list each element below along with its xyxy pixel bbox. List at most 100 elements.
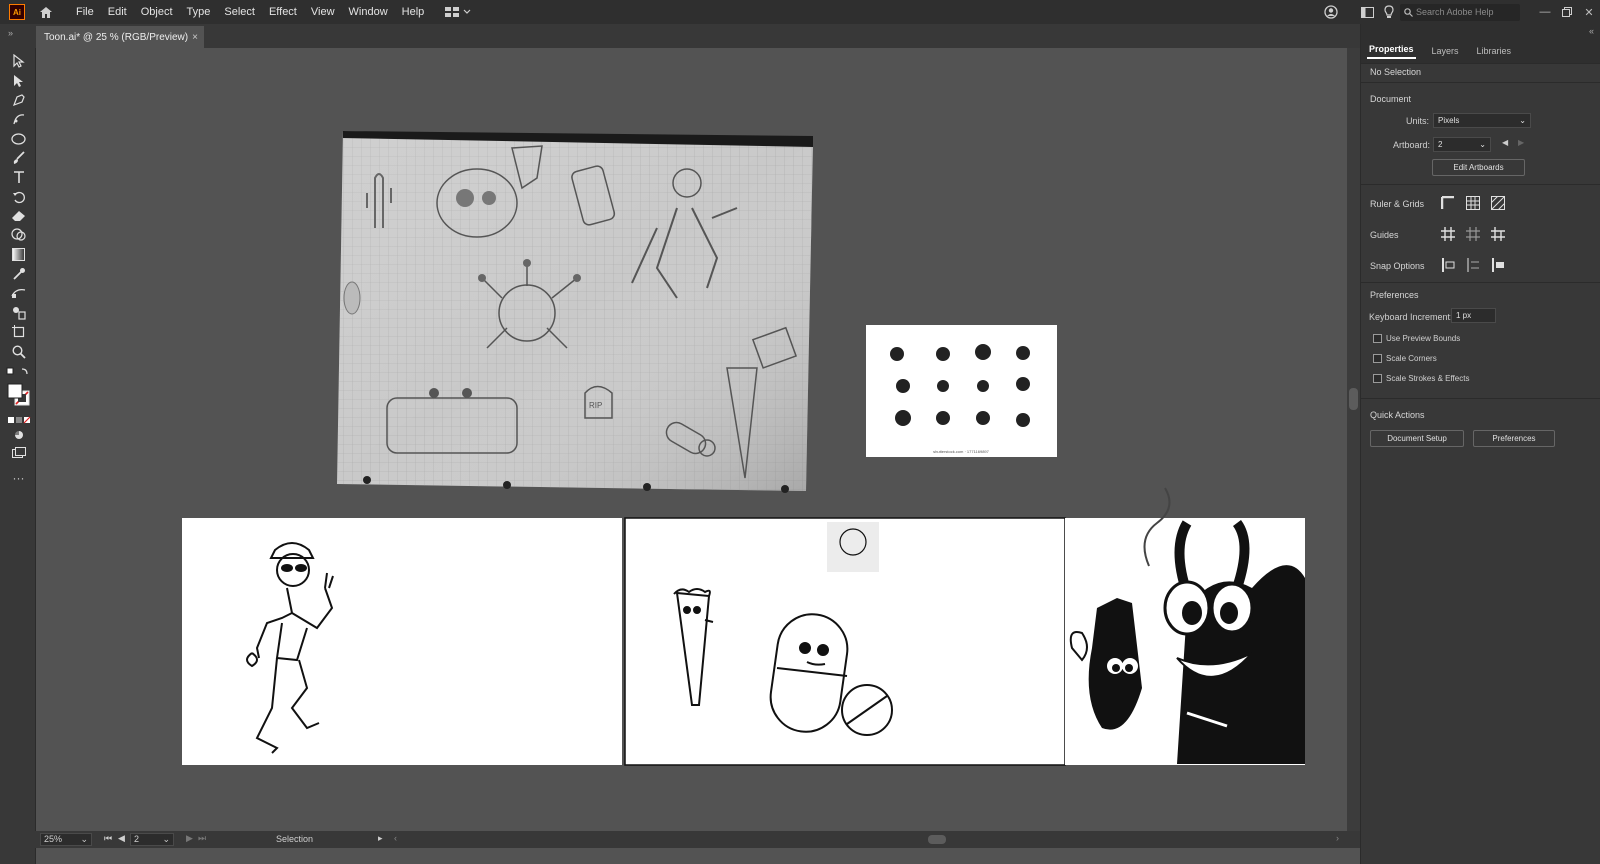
scale-strokes-checkbox[interactable]: Scale Strokes & Effects <box>1373 374 1469 383</box>
app-logo: Ai <box>9 4 25 20</box>
use-preview-bounds-checkbox[interactable]: Use Preview Bounds <box>1373 334 1460 343</box>
tab-layers[interactable]: Layers <box>1430 44 1461 59</box>
menu-window[interactable]: Window <box>342 0 395 24</box>
swap-colors-icon[interactable] <box>6 364 30 381</box>
properties-panel: « Properties Layers Libraries No Selecti… <box>1360 24 1600 864</box>
paintbrush-tool-icon[interactable] <box>10 149 27 166</box>
draw-mode-icon[interactable] <box>10 426 27 443</box>
workspace-switcher[interactable] <box>445 7 471 17</box>
document-tab-bar: » Toon.ai* @ 25 % (RGB/Preview) × <box>0 24 1360 48</box>
menu-object[interactable]: Object <box>134 0 180 24</box>
horizontal-scroll-thumb[interactable] <box>928 835 946 844</box>
tab-properties[interactable]: Properties <box>1367 42 1416 59</box>
tab-libraries[interactable]: Libraries <box>1475 44 1514 59</box>
blend-tool-icon[interactable] <box>10 284 27 301</box>
chevron-down-icon: ⌄ <box>162 834 170 844</box>
minimize-button[interactable]: — <box>1534 0 1556 24</box>
units-dropdown[interactable]: Pixels ⌄ <box>1433 113 1531 128</box>
document-section-title: Document <box>1370 94 1412 104</box>
screen-mode-icon[interactable] <box>10 444 27 461</box>
zoom-tool-icon[interactable] <box>10 343 27 360</box>
collapse-toolbar-icon[interactable]: » <box>8 28 13 38</box>
document-tab[interactable]: Toon.ai* @ 25 % (RGB/Preview) × <box>36 26 204 48</box>
more-tools-icon[interactable]: ··· <box>10 469 27 486</box>
keyboard-increment-value: 1 px <box>1456 311 1472 320</box>
ellipse-tool-icon[interactable] <box>10 130 27 147</box>
scale-corners-checkbox[interactable]: Scale Corners <box>1373 354 1437 363</box>
artboard-1[interactable] <box>182 518 622 765</box>
shape-builder-tool-icon[interactable] <box>10 226 27 243</box>
artboard-2[interactable] <box>624 517 1066 766</box>
scale-corners-label: Scale Corners <box>1386 354 1437 363</box>
transparency-grid-icon[interactable] <box>1489 194 1507 212</box>
artboard-dropdown[interactable]: 2 ⌄ <box>1433 137 1491 152</box>
previous-artboard-icon[interactable]: ◀ <box>118 833 125 844</box>
lightbulb-icon[interactable] <box>1378 0 1400 24</box>
edit-artboards-button[interactable]: Edit Artboards <box>1432 159 1525 176</box>
rotate-tool-icon[interactable] <box>10 188 27 205</box>
status-menu-arrow-icon[interactable]: ▸ <box>378 833 383 844</box>
vertical-scroll-thumb[interactable] <box>1349 388 1358 410</box>
snap-to-glyph-icon[interactable] <box>1489 256 1507 274</box>
keyboard-increment-input[interactable]: 1 px <box>1451 308 1496 323</box>
close-window-button[interactable]: ✕ <box>1578 0 1600 24</box>
gradient-tool-icon[interactable] <box>10 246 27 263</box>
menu-effect[interactable]: Effect <box>262 0 304 24</box>
selection-tool-icon[interactable] <box>10 52 27 69</box>
show-guides-icon[interactable] <box>1439 225 1457 243</box>
home-icon[interactable] <box>37 4 55 20</box>
document-setup-button[interactable]: Document Setup <box>1370 430 1464 447</box>
eyedropper-tool-icon[interactable] <box>10 265 27 282</box>
sketch-photo[interactable]: RIP <box>337 131 813 493</box>
grid-icon[interactable] <box>1464 194 1482 212</box>
eraser-tool-icon[interactable] <box>10 207 27 224</box>
panel-toggle-icon[interactable] <box>1356 0 1378 24</box>
user-icon[interactable] <box>1320 0 1342 24</box>
artwork-svg: RIP shutterstock.com · 1771169897 <box>182 131 1305 766</box>
status-bar: 25% ⌄ ⏮ ◀ 2 ⌄ ▶ ⏭ Selection ▸ ‹ › <box>0 831 1360 848</box>
direct-selection-tool-icon[interactable] <box>10 72 27 89</box>
first-artboard-icon[interactable]: ⏮ <box>104 833 112 844</box>
menu-help[interactable]: Help <box>395 0 432 24</box>
artboard-tool-icon[interactable] <box>10 323 27 340</box>
restore-button[interactable] <box>1556 0 1578 24</box>
sheet-caption: shutterstock.com · 1771169897 <box>933 449 990 454</box>
menu-select[interactable]: Select <box>217 0 262 24</box>
next-artboard-button[interactable]: ▶ <box>1518 138 1524 147</box>
menu-edit[interactable]: Edit <box>101 0 134 24</box>
artboard-3[interactable] <box>1065 487 1305 765</box>
pen-tool-icon[interactable] <box>10 91 27 108</box>
curvature-tool-icon[interactable] <box>10 110 27 127</box>
document-tab-title: Toon.ai* @ 25 % (RGB/Preview) <box>44 31 189 43</box>
snap-to-point-icon[interactable] <box>1439 256 1457 274</box>
artboard-select[interactable]: 2 ⌄ <box>130 833 174 846</box>
canvas[interactable]: RIP shutterstock.com · 1771169897 <box>37 48 1347 831</box>
collapse-panel-icon[interactable]: « <box>1589 26 1594 36</box>
fill-stroke-swatches[interactable] <box>6 383 32 407</box>
grid-layout-icon <box>445 7 460 17</box>
symbol-sprayer-tool-icon[interactable] <box>10 304 27 321</box>
type-tool-icon[interactable] <box>10 169 27 186</box>
scroll-left-icon[interactable]: ‹ <box>394 833 397 843</box>
previous-artboard-button[interactable]: ◀ <box>1502 138 1508 147</box>
help-search-input[interactable]: Search Adobe Help <box>1400 3 1520 21</box>
menu-file[interactable]: File <box>69 0 101 24</box>
lock-guides-icon[interactable] <box>1464 225 1482 243</box>
last-artboard-icon[interactable]: ⏭ <box>198 833 206 844</box>
chevron-down-icon: ⌄ <box>1479 140 1486 149</box>
ruler-icon[interactable] <box>1439 194 1457 212</box>
close-tab-button[interactable]: × <box>192 32 198 43</box>
vertical-scrollbar[interactable] <box>1347 48 1360 831</box>
search-icon <box>1404 7 1413 17</box>
reference-faces-sheet[interactable]: shutterstock.com · 1771169897 <box>866 325 1057 457</box>
preferences-button[interactable]: Preferences <box>1473 430 1555 447</box>
search-placeholder: Search Adobe Help <box>1416 7 1494 17</box>
next-artboard-icon[interactable]: ▶ <box>186 833 193 844</box>
menu-view[interactable]: View <box>304 0 342 24</box>
scroll-right-icon[interactable]: › <box>1336 833 1339 843</box>
chevron-down-icon: ⌄ <box>80 834 88 844</box>
snap-to-pixel-icon[interactable] <box>1464 256 1482 274</box>
make-guides-icon[interactable] <box>1489 225 1507 243</box>
zoom-select[interactable]: 25% ⌄ <box>40 833 92 846</box>
menu-type[interactable]: Type <box>180 0 218 24</box>
